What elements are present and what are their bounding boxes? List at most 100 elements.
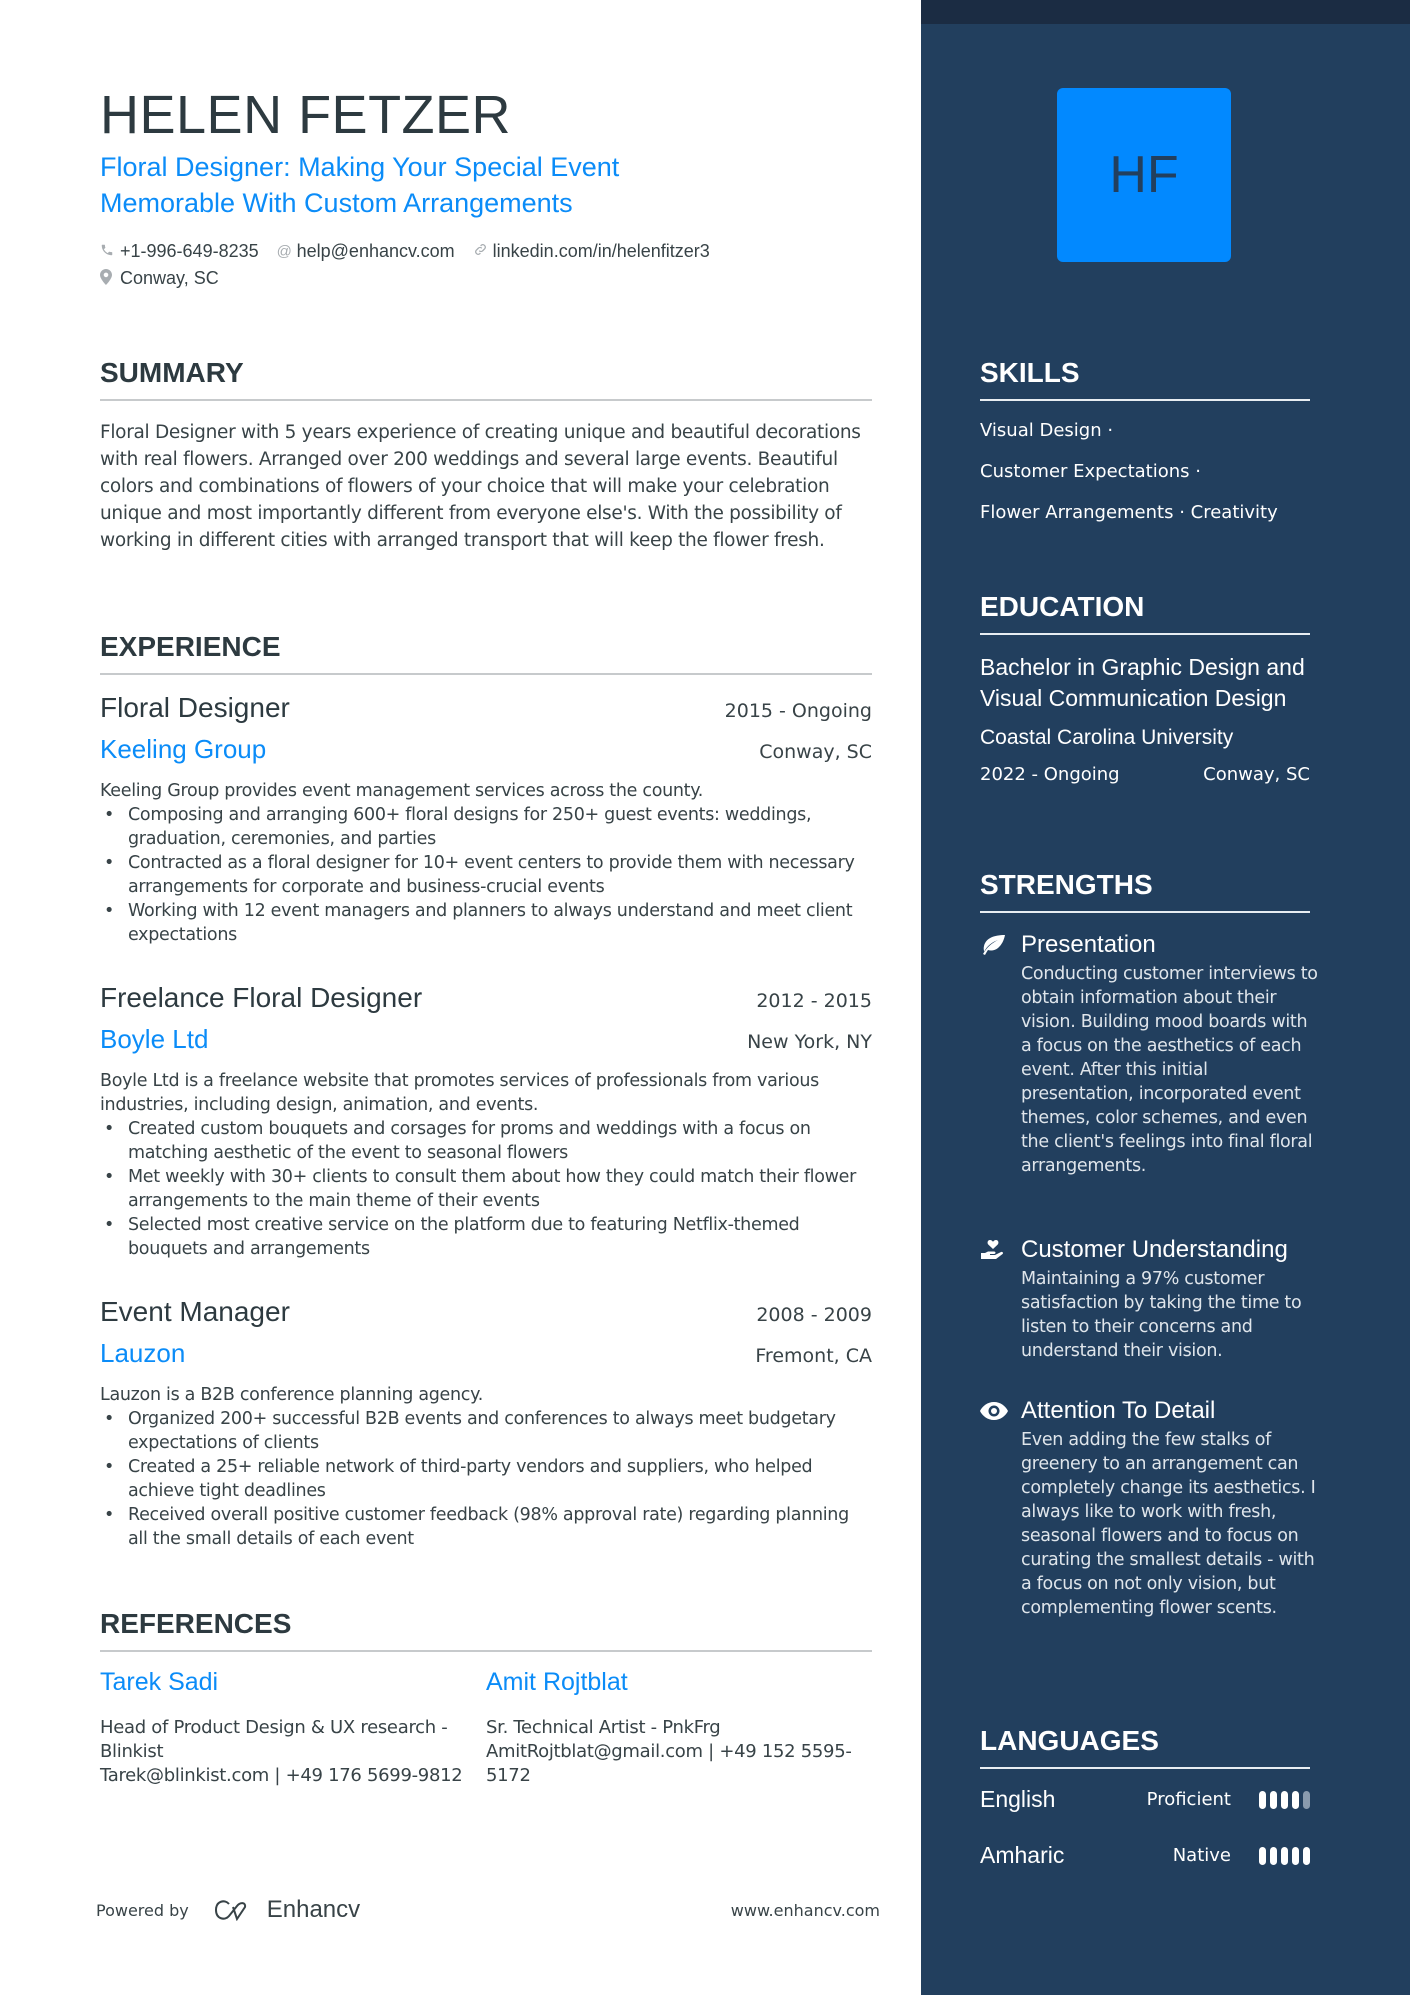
rating-bar-filled — [1281, 1790, 1288, 1809]
experience-item: Floral Designer 2015 - Ongoing Keeling G… — [100, 692, 872, 947]
achievement-list: Composing and arranging 600+ floral desi… — [100, 803, 872, 947]
rating-bar-filled — [1259, 1790, 1266, 1809]
rating-bar-filled — [1281, 1846, 1288, 1865]
candidate-name: HELEN FETZER — [100, 85, 512, 145]
strength-description: Even adding the few stalks of greenery t… — [1021, 1430, 1316, 1618]
hand-heart-icon — [980, 1238, 1021, 1262]
rating-bar-filled — [1292, 1790, 1299, 1809]
skills-heading: SKILLS — [980, 357, 1310, 401]
strength-description: Conducting customer interviews to obtain… — [1021, 964, 1318, 1176]
strengths-heading: STRENGTHS — [980, 869, 1310, 913]
link-icon — [473, 242, 493, 261]
company-description: Boyle Ltd is a freelance website that pr… — [100, 1071, 820, 1115]
achievement-item: Selected most creative service on the pl… — [100, 1213, 872, 1261]
experience-item: Event Manager 2008 - 2009 Lauzon Fremont… — [100, 1296, 872, 1551]
location-text: Conway, SC — [120, 268, 219, 288]
achievement-item: Organized 200+ successful B2B events and… — [100, 1407, 872, 1455]
rating-bar-empty — [1303, 1790, 1310, 1809]
strength-description: Maintaining a 97% customer satisfaction … — [1021, 1269, 1302, 1361]
leaf-icon — [980, 934, 1021, 956]
contact-location: Conway, SC — [100, 268, 219, 289]
rating-bar-filled — [1270, 1846, 1277, 1865]
company-name: Boyle Ltd — [100, 1024, 209, 1054]
location-pin-icon — [100, 268, 120, 289]
company-description: Keeling Group provides event management … — [100, 781, 704, 801]
contact-email[interactable]: @ help@enhancv.com — [277, 241, 455, 262]
job-dates: 2012 - 2015 — [756, 990, 872, 1012]
contact-phone[interactable]: +1-996-649-8235 — [100, 241, 259, 262]
language-item: English Proficient — [980, 1786, 1310, 1813]
achievement-item: Met weekly with 30+ clients to consult t… — [100, 1165, 872, 1213]
job-title: Freelance Floral Designer — [100, 982, 423, 1013]
summary-text: Floral Designer with 5 years experience … — [100, 422, 861, 551]
achievement-item: Working with 12 event managers and plann… — [100, 899, 872, 947]
school: Coastal Carolina University — [980, 726, 1234, 749]
company-name: Keeling Group — [100, 734, 267, 764]
reference-item: Amit Rojtblat Sr. Technical Artist - Pnk… — [486, 1668, 872, 1788]
reference-contact: AmitRojtblat@gmail.com | +49 152 5595-51… — [486, 1741, 852, 1786]
reference-item: Tarek Sadi Head of Product Design & UX r… — [100, 1668, 486, 1788]
achievement-list: Created custom bouquets and corsages for… — [100, 1117, 872, 1261]
linkedin-text: linkedin.com/in/helenfitzer3 — [492, 241, 710, 261]
strength-title: Customer Understanding — [1021, 1236, 1288, 1263]
achievement-item: Created a 25+ reliable network of third-… — [100, 1455, 872, 1503]
skill-line: Visual Design · — [980, 420, 1114, 441]
reference-role: Sr. Technical Artist - PnkFrg — [486, 1717, 721, 1738]
company-name: Lauzon — [100, 1338, 186, 1368]
skills-list: Visual Design · Customer Expectations · … — [980, 420, 1320, 543]
sidebar: HF SKILLS Visual Design · Customer Expec… — [921, 0, 1410, 1995]
references-heading: REFERENCES — [100, 1608, 872, 1652]
phone-text: +1-996-649-8235 — [120, 241, 259, 261]
website-link[interactable]: www.enhancv.com — [731, 1901, 880, 1920]
rating-bar-filled — [1292, 1846, 1299, 1865]
job-title: Floral Designer — [100, 692, 290, 723]
at-icon: @ — [276, 243, 292, 260]
avatar: HF — [1057, 88, 1231, 262]
strength-item: Customer Understanding Maintaining a 97%… — [980, 1233, 1320, 1363]
job-location: New York, NY — [747, 1031, 872, 1053]
languages-heading: LANGUAGES — [980, 1725, 1310, 1769]
powered-by-label: Powered by — [96, 1900, 189, 1920]
language-rating — [1259, 1790, 1310, 1809]
reference-name: Tarek Sadi — [100, 1668, 219, 1696]
achievement-item: Contracted as a floral designer for 10+ … — [100, 851, 872, 899]
email-text: help@enhancv.com — [296, 241, 455, 261]
reference-contact: Tarek@blinkist.com | +49 176 5699-9812 — [100, 1765, 463, 1786]
education-item: Bachelor in Graphic Design and Visual Co… — [980, 652, 1310, 785]
strength-title: Attention To Detail — [1021, 1397, 1216, 1424]
eye-icon — [980, 1402, 1021, 1420]
rating-bar-filled — [1270, 1790, 1277, 1809]
language-name: Amharic — [980, 1842, 1065, 1868]
reference-role: Head of Product Design & UX research - B… — [100, 1717, 448, 1762]
language-level: Proficient — [1146, 1789, 1231, 1810]
achievement-item: Created custom bouquets and corsages for… — [100, 1117, 872, 1165]
degree: Bachelor in Graphic Design and Visual Co… — [980, 654, 1305, 711]
education-location: Conway, SC — [1203, 764, 1310, 785]
language-rating — [1259, 1846, 1310, 1865]
language-item: Amharic Native — [980, 1842, 1310, 1869]
job-dates: 2015 - Ongoing — [724, 700, 872, 722]
language-name: English — [980, 1786, 1056, 1812]
skill-line: Flower Arrangements · Creativity — [980, 502, 1278, 523]
achievement-item: Composing and arranging 600+ floral desi… — [100, 803, 872, 851]
job-location: Conway, SC — [759, 741, 872, 763]
sidebar-top-band — [921, 0, 1410, 24]
rating-bar-filled — [1303, 1846, 1310, 1865]
reference-name: Amit Rojtblat — [486, 1668, 628, 1696]
contact-info: +1-996-649-8235 @ help@enhancv.com linke… — [100, 238, 800, 292]
language-level: Native — [1172, 1845, 1231, 1866]
achievement-item: Received overall positive customer feedb… — [100, 1503, 872, 1551]
enhancv-logo[interactable]: Enhancv — [213, 1896, 360, 1924]
achievement-list: Organized 200+ successful B2B events and… — [100, 1407, 872, 1551]
experience-heading: EXPERIENCE — [100, 631, 872, 675]
contact-linkedin[interactable]: linkedin.com/in/helenfitzer3 — [473, 241, 710, 262]
footer: Powered by Enhancv www.enhancv.com — [96, 1896, 880, 1924]
job-title: Event Manager — [100, 1296, 290, 1327]
job-location: Fremont, CA — [755, 1345, 872, 1367]
strength-title: Presentation — [1021, 931, 1156, 958]
references-list: Tarek Sadi Head of Product Design & UX r… — [100, 1668, 872, 1788]
summary-heading: SUMMARY — [100, 357, 872, 401]
enhancv-logo-icon — [214, 1900, 246, 1921]
job-dates: 2008 - 2009 — [756, 1304, 872, 1326]
strength-item: Presentation Conducting customer intervi… — [980, 928, 1320, 1178]
